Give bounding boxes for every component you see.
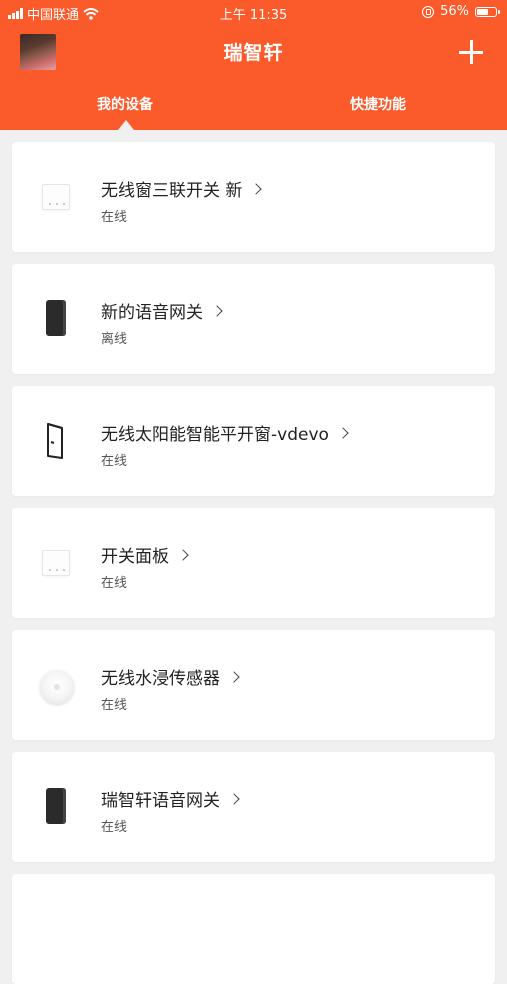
switch-panel-icon <box>40 544 72 584</box>
device-card-partial[interactable] <box>12 874 495 984</box>
chevron-right-icon <box>250 183 263 195</box>
add-device-button[interactable] <box>459 40 483 64</box>
device-status: 在线 <box>101 210 128 225</box>
battery-icon <box>475 6 500 17</box>
gateway-icon <box>40 300 72 340</box>
device-status: 在线 <box>101 576 128 591</box>
device-status: 在线 <box>101 698 128 713</box>
status-right: 56% <box>422 4 500 19</box>
device-name[interactable]: 无线窗三联开关 新 <box>101 176 263 201</box>
window-icon <box>40 422 72 462</box>
chevron-right-icon <box>228 671 240 683</box>
water-sensor-icon <box>40 666 74 706</box>
device-card[interactable]: 瑞智轩语音网关 在线 <box>12 752 495 862</box>
device-card[interactable]: 无线窗三联开关 新 在线 <box>12 142 495 252</box>
device-card[interactable]: 新的语音网关 离线 <box>12 264 495 374</box>
status-bar: 中国联通 上午 11:35 56% <box>0 0 507 26</box>
switch-panel-icon <box>40 178 72 218</box>
battery-percent: 56% <box>440 4 469 19</box>
chevron-right-icon <box>228 793 240 805</box>
chevron-right-icon <box>337 427 349 439</box>
device-card[interactable]: 开关面板 在线 <box>12 508 495 618</box>
device-card[interactable]: 无线水浸传感器 在线 <box>12 630 495 740</box>
chevron-right-icon <box>211 305 223 317</box>
chevron-right-icon <box>177 549 189 561</box>
tab-shortcuts[interactable]: 快捷功能 <box>350 94 406 114</box>
device-status: 在线 <box>101 820 128 835</box>
gateway-icon <box>40 788 72 828</box>
device-name[interactable]: 无线水浸传感器 <box>101 664 240 689</box>
page-title: 瑞智轩 <box>223 42 284 64</box>
app-header: 中国联通 上午 11:35 56% 瑞智轩 我的设备 快捷功能 <box>0 0 507 130</box>
device-name[interactable]: 瑞智轩语音网关 <box>101 786 240 811</box>
device-name[interactable]: 开关面板 <box>101 542 189 567</box>
tab-my-devices[interactable]: 我的设备 <box>97 94 153 114</box>
device-status: 在线 <box>101 454 128 469</box>
active-tab-indicator <box>118 120 134 130</box>
device-status: 离线 <box>101 332 128 347</box>
device-name[interactable]: 无线太阳能智能平开窗-vdevo <box>101 420 349 445</box>
device-card[interactable]: 无线太阳能智能平开窗-vdevo 在线 <box>12 386 495 496</box>
orientation-lock-icon <box>422 5 435 18</box>
device-name[interactable]: 新的语音网关 <box>101 298 223 323</box>
